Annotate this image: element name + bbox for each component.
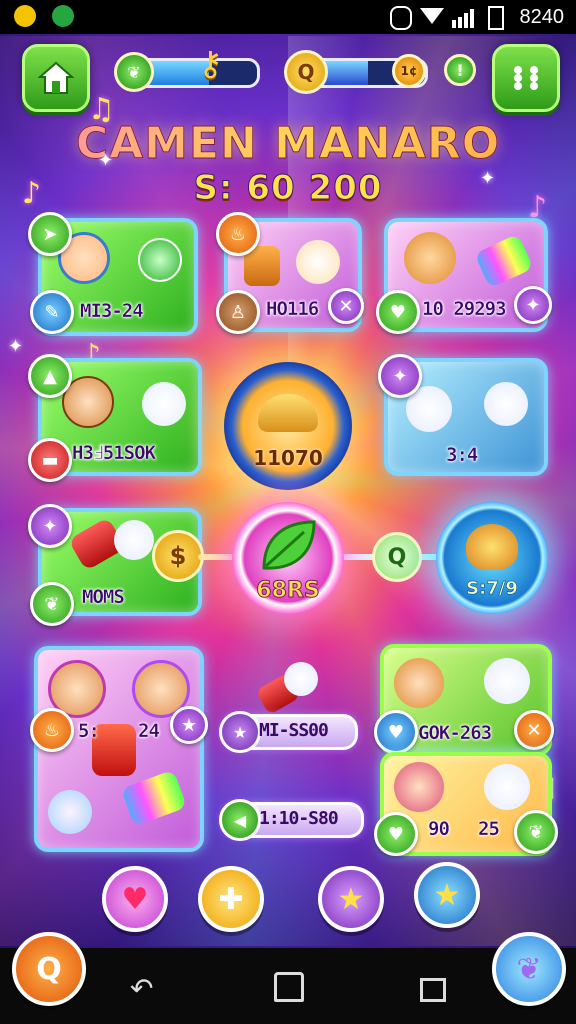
card-label-b: 24	[138, 720, 160, 742]
leaf-action-button[interactable]: ❦	[492, 932, 566, 1006]
hub-value: 11070	[253, 446, 323, 470]
key-icon: ⚷	[198, 44, 223, 84]
home-button[interactable]	[22, 44, 90, 112]
card-label-a: 5:	[78, 720, 100, 742]
cat-character	[484, 764, 530, 810]
girl-character	[394, 762, 444, 812]
puzzle-icon: ✚	[218, 881, 244, 917]
arrow-icon: ◀	[219, 799, 261, 841]
back-icon[interactable]: ↶	[130, 972, 153, 1005]
leaf-level-node[interactable]: 68RS	[232, 502, 344, 614]
card-label: 3:4	[446, 444, 479, 466]
rainbow-can-icon	[474, 233, 534, 289]
music-note-icon: ♫	[88, 92, 115, 127]
grid-menu-icon	[514, 66, 538, 90]
cat-character	[404, 232, 456, 284]
app-notification-icon	[52, 5, 74, 27]
heart-badge-icon: ♥	[374, 812, 418, 856]
cross-badge-icon: ✕	[514, 710, 554, 750]
card-label-b: 25	[478, 818, 500, 840]
bubble-icon	[48, 790, 92, 834]
q-coin-icon: Q	[372, 532, 422, 582]
coin-icon: Q	[284, 50, 328, 94]
star-badge-icon: ★	[170, 706, 208, 744]
person-badge-icon: ♙	[216, 290, 260, 334]
system-nav-bar: ↶	[0, 948, 576, 1024]
cat-character	[484, 658, 530, 704]
sparkle-icon: ✦	[98, 150, 114, 171]
search-icon: Q	[36, 951, 62, 987]
battery-icon	[488, 6, 504, 30]
card-label: HO116	[266, 298, 320, 320]
leaf-badge-icon: ❦	[514, 810, 558, 854]
plane-badge-icon: ➤	[28, 212, 72, 256]
hub-value: S:7/9	[466, 578, 518, 600]
pill-label: MI-SS00	[259, 720, 329, 741]
reward-pill-2[interactable]: ◀ 1:10-S80	[219, 799, 364, 841]
star-icon: ★	[219, 711, 261, 753]
sparkle-icon: ✦	[8, 336, 24, 357]
feather-badge-icon: ✎	[30, 290, 74, 334]
heart-badge-icon: ♥	[376, 290, 420, 334]
card-label: MI3-24	[80, 300, 144, 322]
heart-button[interactable]: ♥	[102, 866, 168, 932]
card-label: MOMS	[82, 586, 125, 608]
pill-label: 1:10-S80	[259, 808, 339, 829]
heart-badge-icon: ♥	[374, 710, 418, 754]
green-orb-icon	[138, 238, 182, 282]
puzzle-button[interactable]: ✚	[198, 866, 264, 932]
dollar-coin-icon: $	[152, 530, 204, 582]
coin-badge: 1¢	[392, 54, 426, 88]
rainbow-can-icon	[120, 769, 188, 827]
alarm-icon	[390, 6, 412, 30]
card-label: 10 29293	[422, 298, 507, 320]
flame-badge-icon: ♨	[30, 708, 74, 752]
notification-icon	[14, 5, 36, 27]
star-badge-icon: ✦	[378, 354, 422, 398]
home-icon	[38, 61, 74, 94]
croissant-icon	[258, 394, 318, 432]
wifi-icon	[420, 8, 444, 24]
star-icon: ★	[433, 877, 461, 913]
recents-icon[interactable]	[420, 978, 446, 1002]
leaf-icon	[262, 520, 316, 570]
triangle-badge-icon: ▲	[28, 354, 72, 398]
leaf-icon: ❦	[114, 52, 154, 92]
heart-icon: ♥	[121, 881, 149, 917]
hub-value: 68RS	[256, 578, 320, 604]
cat-character	[142, 382, 186, 426]
card-label: GOK-263	[418, 722, 492, 744]
honey-icon	[466, 524, 518, 570]
leaf-icon: ❦	[516, 951, 542, 987]
card-label-a: 90	[428, 818, 450, 840]
star-button-blue[interactable]: ★	[414, 862, 480, 928]
card-label: H3Ⅎ51SOK	[72, 442, 156, 464]
dog-character	[296, 240, 340, 284]
honey-level-node[interactable]: S:7/9	[436, 502, 548, 614]
music-note-icon: ♪	[22, 176, 42, 211]
search-coin-button[interactable]: Q	[12, 932, 86, 1006]
sparkle-icon: ✦	[480, 168, 496, 189]
star-badge-icon: ✦	[514, 286, 552, 324]
reward-pill-1[interactable]: ★ MI-SS00	[219, 711, 358, 753]
alert-badge[interactable]: !	[444, 54, 476, 86]
cat-character	[114, 520, 154, 560]
clock: 8240	[519, 6, 565, 28]
cat-girl-character	[394, 658, 444, 708]
star-icon: ★	[337, 881, 365, 917]
star-button-purple[interactable]: ★	[318, 866, 384, 932]
menu-button[interactable]	[492, 44, 560, 112]
chest-badge-icon: ▬	[28, 438, 72, 482]
cat-character	[484, 382, 528, 426]
leaf-badge-icon: ❦	[30, 582, 74, 626]
croissant-level-node[interactable]: 11070	[224, 362, 352, 490]
star-badge-icon: ✕	[328, 288, 364, 324]
star-badge-icon: ✦	[28, 504, 72, 548]
flame-badge-icon: ♨	[216, 212, 260, 256]
status-bar: 8240	[0, 0, 576, 34]
rocket-cat-icon	[255, 662, 322, 716]
game-title: CAMEN MANARO	[0, 118, 576, 170]
home-nav-icon[interactable]	[274, 972, 304, 1002]
